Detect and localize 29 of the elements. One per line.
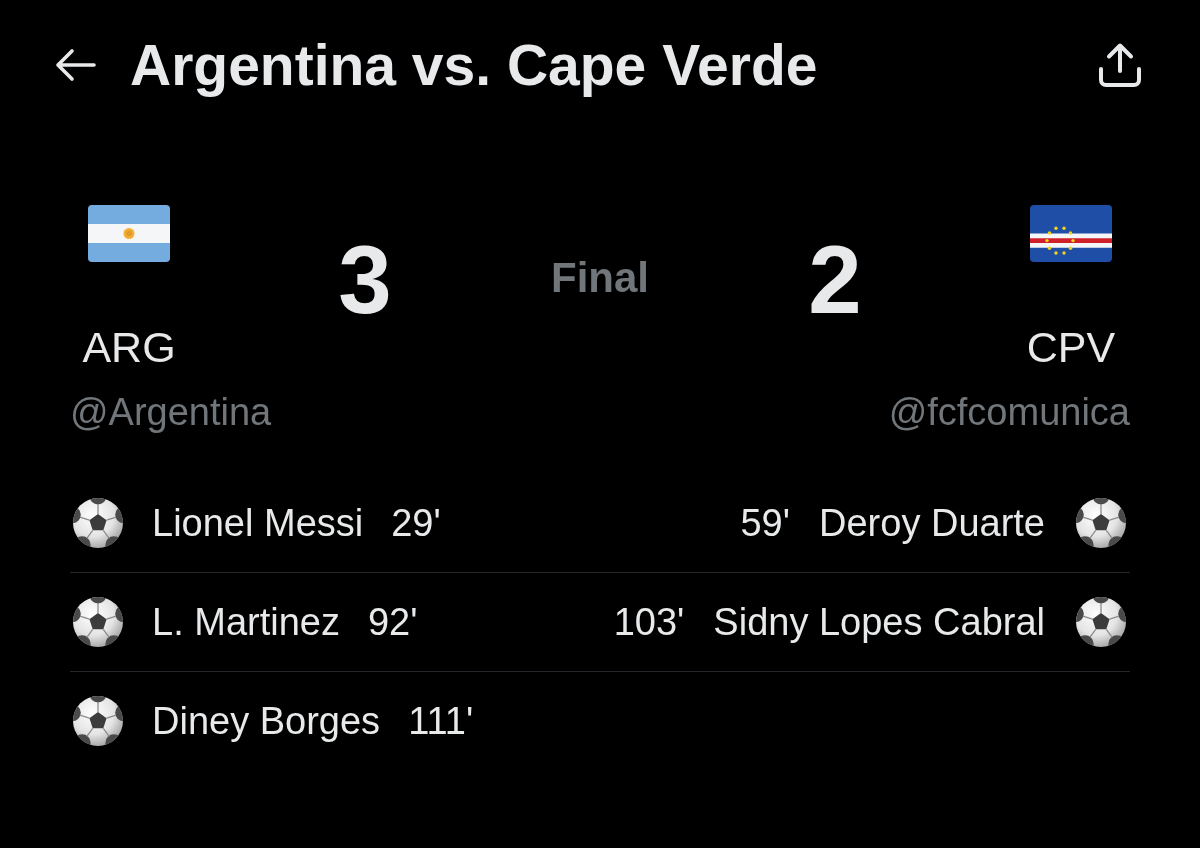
player-name: Lionel Messi xyxy=(152,501,364,545)
goal-minute: 92' xyxy=(367,600,418,644)
soccer-ball-icon xyxy=(72,695,124,747)
match-status: Final xyxy=(550,257,650,299)
back-arrow-icon xyxy=(54,48,96,82)
goal-minute: 103' xyxy=(613,600,685,644)
back-button[interactable] xyxy=(54,48,96,82)
team-handle[interactable]: @Argentina xyxy=(70,390,272,434)
page-title: Argentina vs. Cape Verde xyxy=(130,32,819,98)
player-name: Diney Borges xyxy=(152,699,381,743)
argentina-flag-icon xyxy=(88,205,170,262)
soccer-ball-icon xyxy=(72,596,124,648)
goal-minute: 111' xyxy=(408,699,474,743)
team-code: CPV xyxy=(1026,322,1116,372)
player-name: Sidny Lopes Cabral xyxy=(713,600,1045,644)
cape-verde-flag-icon xyxy=(1030,205,1112,262)
team-score: 3 xyxy=(337,232,393,328)
share-icon xyxy=(1096,41,1144,89)
team-code: ARG xyxy=(82,322,176,372)
team-handle[interactable]: @fcfcomunica xyxy=(888,390,1130,434)
goal-minute: 29' xyxy=(391,501,441,545)
soccer-ball-icon xyxy=(1075,596,1127,648)
team-score: 2 xyxy=(807,232,863,328)
goal-minute: 59' xyxy=(740,501,790,545)
share-button[interactable] xyxy=(1096,41,1144,89)
soccer-ball-icon xyxy=(72,497,124,549)
player-name: Deroy Duarte xyxy=(819,501,1045,545)
soccer-ball-icon xyxy=(1075,497,1127,549)
player-name: L. Martinez xyxy=(152,600,340,644)
